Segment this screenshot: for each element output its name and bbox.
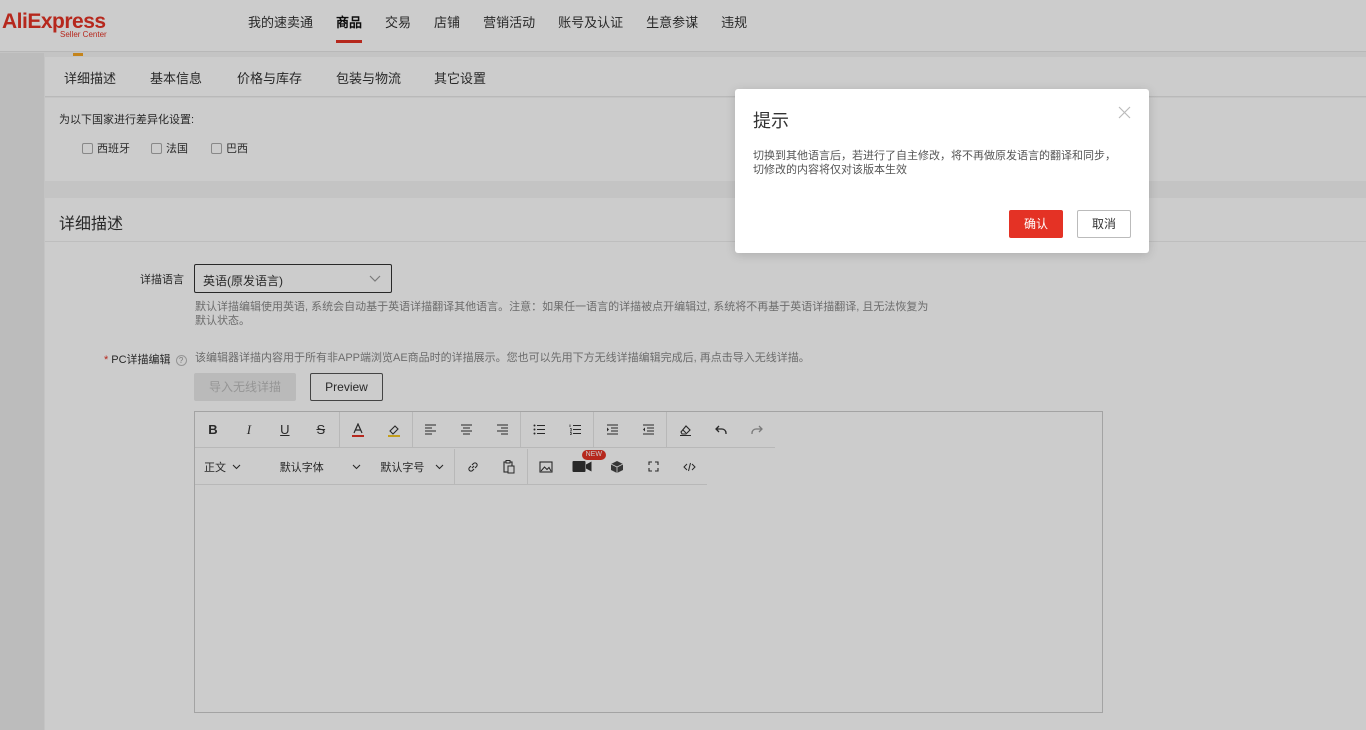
close-icon[interactable] <box>1118 106 1131 119</box>
dialog-message: 切换到其他语言后，若进行了自主修改，将不再做原发语言的翻译和同步，切修改的内容将… <box>753 150 1116 176</box>
confirm-button[interactable]: 确认 <box>1009 210 1063 238</box>
language-switch-dialog: 提示 切换到其他语言后，若进行了自主修改，将不再做原发语言的翻译和同步，切修改的… <box>735 89 1149 253</box>
modal-backdrop[interactable] <box>0 0 1366 730</box>
cancel-button[interactable]: 取消 <box>1077 210 1131 238</box>
dialog-title: 提示 <box>753 111 789 131</box>
